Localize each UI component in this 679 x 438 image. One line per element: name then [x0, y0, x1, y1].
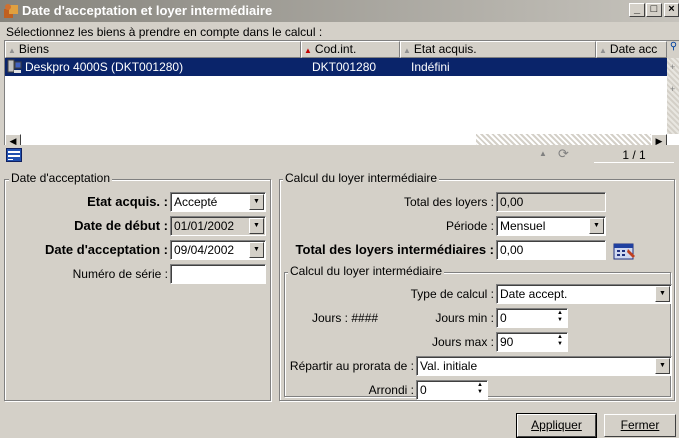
column-header-label: Date acc [609, 42, 658, 56]
prorata-label: Répartir au prorata de : [289, 359, 414, 373]
type-calcul-value: Date accept. [500, 287, 568, 301]
total-loyers-intermediaires-label: Total des loyers intermédiaires : [295, 242, 494, 257]
column-chooser-icon[interactable]: ⚲ [667, 41, 679, 58]
total-loyers-label: Total des loyers : [403, 195, 494, 209]
close-button-label: Fermer [620, 418, 660, 432]
arrondi-label: Arrondi : [368, 383, 414, 397]
maximize-button[interactable]: □ [646, 3, 662, 17]
chevron-down-icon[interactable]: ▼ [589, 218, 604, 234]
scroll-track[interactable] [476, 134, 651, 145]
calculator-icon[interactable] [613, 241, 637, 261]
assets-grid: ▲ Biens ▲ Cod.int. ▲ Etat acquis. ▲ Date acc… [4, 40, 679, 145]
jours-max-value: 90 [500, 335, 514, 349]
scroll-right-button[interactable]: ▶ [651, 134, 667, 145]
etat-acquis-select[interactable]: Accepté ▼ [170, 192, 266, 212]
date-acceptation-group [4, 179, 271, 401]
date-debut-value: 01/01/2002 [174, 219, 235, 233]
chevron-down-icon[interactable]: ▼ [655, 358, 670, 374]
sort-indicator-icon: ▲ [539, 149, 547, 158]
sort-icon: ▲ [403, 46, 411, 55]
column-header-label: Etat acquis. [413, 42, 477, 56]
total-loyers-field: 0,00 [496, 192, 606, 212]
jours-min-input[interactable]: 0 ▲ ▼ [496, 308, 568, 328]
jours-max-input[interactable]: 90 ▲ ▼ [496, 332, 568, 352]
total-loyers-intermediaires-value: 0,00 [500, 243, 524, 257]
page-counter: 1 / 1 [594, 148, 674, 163]
date-acceptation-value: 09/04/2002 [174, 243, 235, 257]
grid-header: ▲ Biens ▲ Cod.int. ▲ Etat acquis. ▲ Date acc… [5, 41, 679, 58]
column-header-cod-int[interactable]: ▲ Cod.int. [301, 41, 400, 58]
jours-label: Jours : #### [312, 311, 379, 325]
grid-status-bar: ▲ ⟳ 1 / 1 [4, 146, 679, 164]
periode-value: Mensuel [500, 219, 546, 233]
cell-cod-int: DKT001280 [312, 60, 377, 74]
sort-active-icon: ▲ [304, 46, 312, 55]
apply-button-label: Appliquer [531, 418, 582, 432]
column-header-date-acc[interactable]: ▲ Date acc [596, 41, 667, 58]
vertical-scrollbar[interactable]: + + [667, 58, 679, 134]
cell-etat: Indéfini [411, 60, 450, 74]
computer-icon [7, 59, 22, 73]
jours-min-value: 0 [500, 311, 507, 325]
window-title: Date d'acceptation et loyer intermédiair… [22, 3, 273, 18]
date-acceptation-label: Date d'acceptation : [44, 242, 168, 257]
calcul-loyer-sub-legend: Calcul du loyer intermédiaire [288, 264, 445, 278]
spinner-icon[interactable]: ▲ ▼ [554, 334, 566, 350]
column-header-label: Biens [18, 42, 49, 56]
sort-icon: ▲ [599, 46, 607, 55]
periode-label: Période : [445, 219, 494, 233]
arrondi-value: 0 [420, 383, 427, 397]
column-header-biens[interactable]: ▲ Biens [5, 41, 301, 58]
title-bar: Date d'acceptation et loyer intermédiair… [0, 0, 679, 22]
scroll-up-icon[interactable]: + [670, 62, 675, 72]
jours-min-label: Jours min : [435, 311, 494, 325]
close-window-button[interactable]: × [664, 3, 679, 17]
numero-serie-label: Numéro de série : [72, 267, 168, 281]
date-acceptation-legend: Date d'acceptation [9, 171, 113, 185]
app-icon [4, 4, 18, 18]
arrondi-input[interactable]: 0 ▲ ▼ [416, 380, 488, 400]
sort-icon: ▲ [8, 46, 16, 55]
chevron-down-icon[interactable]: ▼ [249, 194, 264, 210]
apply-button[interactable]: Appliquer [516, 413, 597, 438]
prorata-select[interactable]: Val. initiale ▼ [416, 356, 672, 376]
chevron-down-icon[interactable]: ▼ [249, 242, 264, 258]
cell-bien: Deskpro 4000S (DKT001280) [25, 60, 184, 74]
list-options-icon[interactable] [6, 148, 22, 162]
spinner-icon[interactable]: ▲ ▼ [474, 382, 486, 398]
total-loyers-value: 0,00 [500, 195, 524, 209]
total-loyers-intermediaires-field[interactable]: 0,00 [496, 240, 606, 260]
column-header-label: Cod.int. [314, 42, 357, 56]
prorata-value: Val. initiale [420, 359, 478, 373]
etat-acquis-label: Etat acquis. : [87, 194, 168, 209]
date-debut-label: Date de début : [74, 218, 168, 233]
numero-serie-input[interactable] [170, 264, 266, 284]
refresh-icon[interactable]: ⟳ [558, 146, 569, 162]
chevron-down-icon[interactable]: ▼ [249, 218, 264, 234]
periode-select[interactable]: Mensuel ▼ [496, 216, 606, 236]
column-header-etat[interactable]: ▲ Etat acquis. [400, 41, 596, 58]
etat-acquis-value: Accepté [174, 195, 218, 209]
scroll-left-button[interactable]: ◀ [5, 134, 21, 145]
chevron-down-icon[interactable]: ▼ [655, 286, 670, 302]
spinner-icon[interactable]: ▲ ▼ [554, 310, 566, 326]
date-acceptation-field[interactable]: 09/04/2002 ▼ [170, 240, 266, 260]
table-row[interactable]: Deskpro 4000S (DKT001280) DKT001280 Indé… [5, 58, 667, 76]
close-button[interactable]: Fermer [604, 414, 676, 437]
type-calcul-select[interactable]: Date accept. ▼ [496, 284, 672, 304]
type-calcul-label: Type de calcul : [410, 287, 494, 301]
minimize-button[interactable]: _ [629, 3, 645, 17]
instruction-label: Sélectionnez les biens à prendre en comp… [6, 25, 323, 39]
scroll-thumb[interactable] [21, 134, 476, 145]
scroll-down-icon[interactable]: + [670, 84, 675, 94]
jours-max-label: Jours max : [431, 335, 494, 349]
horizontal-scrollbar[interactable]: ◀ ▶ [5, 134, 667, 145]
calcul-loyer-legend: Calcul du loyer intermédiaire [283, 171, 440, 185]
date-debut-field[interactable]: 01/01/2002 ▼ [170, 216, 266, 236]
